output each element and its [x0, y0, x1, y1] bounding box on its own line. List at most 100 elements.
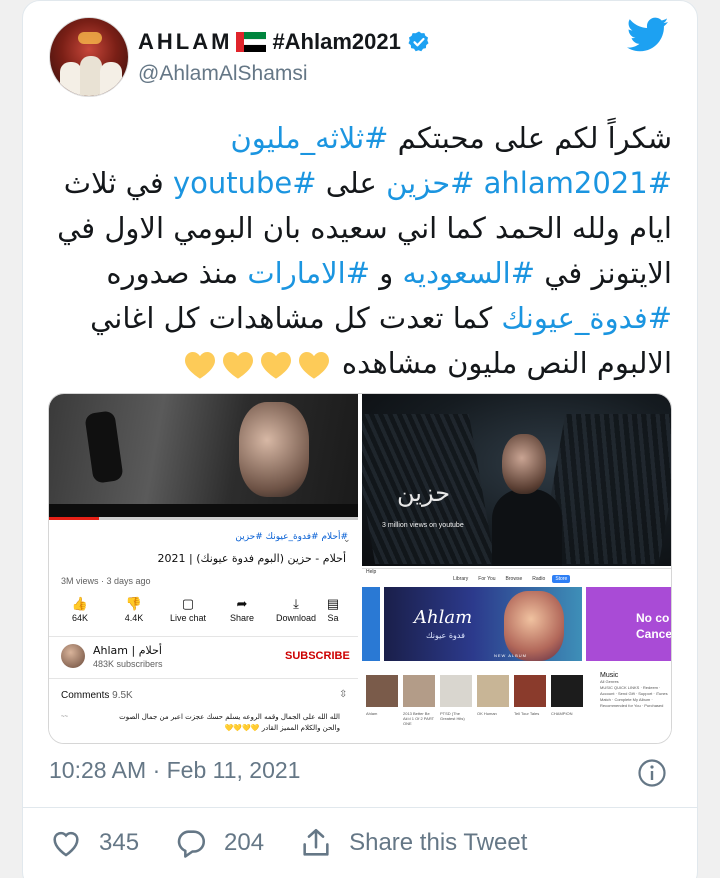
tweet-text-segment: منذ صدوره [106, 256, 248, 290]
profile-avatar[interactable] [49, 17, 129, 97]
video-meta: 3M views · 3 days ago [61, 576, 151, 586]
itunes-promo-banner: No co Cance [586, 587, 671, 661]
thumbs-down-icon: 👎 [125, 596, 143, 611]
video-player [49, 394, 358, 517]
tweet-media-grid[interactable]: #أحلام #فدوة_عيونك #حزين ⌄ أحلام - حزين … [48, 393, 672, 744]
reply-icon [177, 830, 206, 858]
sort-icon: ⇳ [339, 689, 348, 700]
share-action: ➦ Share [215, 595, 269, 631]
comments-header: Comments 9.5K [61, 690, 133, 701]
share-icon [303, 828, 329, 856]
tweet-text: شكراً لكم على محبتكم #ثلاثه_مليون #ahlam2… [48, 116, 672, 386]
divider [22, 807, 698, 808]
comment-avatar: ~~ [61, 714, 69, 720]
yellow-heart-icon [260, 352, 291, 379]
promo-image[interactable]: حزين 3 million views on youtube [362, 394, 671, 566]
hashtag-link[interactable]: #حزين [386, 166, 474, 200]
live-chat-icon: ▢ [181, 596, 195, 611]
album-label: Ahlam [366, 711, 378, 716]
chevron-down-icon: ⌄ [343, 534, 351, 544]
itunes-nav-item: For You [478, 576, 496, 582]
itunes-nav-item: Radio [532, 576, 546, 582]
divider [49, 636, 358, 637]
heart-icon [53, 831, 79, 857]
tweet-text-segment: الالبوم النص مليون مشاهده [332, 346, 672, 380]
verified-badge-icon [408, 31, 429, 52]
hashtag-link[interactable]: #فدوة_عيونك [501, 301, 672, 335]
like-action: 👍 64K [53, 595, 107, 631]
top-comment: الله الله على الجمال وقمه الروعه يسلم حس… [119, 713, 340, 732]
banner-logo-arabic: فدوة عيونك [426, 631, 465, 640]
save-icon: ▤ [326, 596, 340, 611]
album-label: 2013 Better Be Ak'd 1 Of 2 PART ONE [403, 711, 434, 726]
album-label: Tell Tour Tales [514, 711, 540, 716]
video-progress-bar [49, 517, 358, 520]
album-cover [551, 675, 583, 707]
like-button[interactable]: 345 [49, 826, 139, 860]
tweet-text-segment: ايام ولله الحمد كما اني سعيده بان البومي… [57, 211, 672, 245]
hashtag-link[interactable]: #الامارات [247, 256, 370, 290]
video-title: أحلام - حزين (البوم فدوة عيونك) | 2021 [157, 552, 347, 565]
tweet-actions: 345 204 Share this Tweet [49, 826, 562, 860]
subscribe-button: SUBSCRIBE [285, 650, 350, 662]
divider [49, 678, 358, 679]
channel-name: Ahlam | أحلام [93, 644, 162, 657]
author-name-row[interactable]: AHLAM #Ahlam2021 [138, 29, 431, 55]
channel-subscribers: 483K subscribers [93, 659, 163, 669]
banner-tag: NEW ALBUM [494, 653, 528, 658]
action-label: Share [229, 613, 255, 623]
twitter-bird-icon[interactable] [627, 17, 669, 53]
banner-artist-photo [504, 591, 564, 661]
tweet-line: شكراً لكم على محبتكم #ثلاثه_مليون [48, 116, 672, 161]
itunes-screenshot[interactable]: Help Library For You Browse Radio Store … [362, 568, 671, 743]
tweet-text-segment: على [316, 166, 387, 200]
dislike-action: 👎 4.4K [107, 595, 161, 631]
itunes-nav-item-active: Store [552, 575, 571, 583]
hashtag-link[interactable]: #youtube [173, 166, 317, 200]
album-cover [366, 675, 398, 707]
avatar-figure [60, 62, 82, 96]
album-cover [403, 675, 435, 707]
yellow-heart-emojis [181, 341, 333, 386]
share-tweet-button[interactable]: Share this Tweet [299, 826, 527, 860]
comments-count: 9.5K [112, 690, 133, 701]
save-action: ▤ Sa [323, 595, 343, 631]
tweet-text-segment: الايتونز في [535, 256, 672, 290]
action-label: 4.4K [124, 613, 144, 623]
display-name[interactable]: AHLAM [138, 29, 232, 55]
promo-title: حزين [397, 479, 451, 507]
download-icon: ⤓ [293, 596, 299, 611]
itunes-album-row: Ahlam 2013 Better Be Ak'd 1 Of 2 PART ONE… [362, 675, 592, 735]
promo-figure [492, 489, 562, 566]
youtube-screenshot[interactable]: #أحلام #فدوة_عيونك #حزين ⌄ أحلام - حزين … [49, 394, 358, 743]
avatar-figure [80, 56, 102, 96]
tweet-line: #ahlam2021 #حزين على #youtube في ثلاث [48, 161, 672, 206]
tweet-text-segment [474, 166, 483, 200]
reply-button[interactable]: 204 [174, 826, 264, 860]
comments-label: Comments [61, 690, 110, 701]
tweet-line: الايتونز في #السعوديه و #الامارات منذ صد… [48, 251, 672, 296]
tweet-timestamp[interactable]: 10:28 AM · Feb 11, 2021 [49, 757, 300, 784]
hashtag-link[interactable]: #السعوديه [402, 256, 535, 290]
hashtag-link[interactable]: #ثلاثه_مليون [230, 121, 388, 155]
avatar-background [78, 32, 102, 44]
tweet-line: الالبوم النص مليون مشاهده [48, 341, 672, 386]
album-label: CHAMPION [551, 711, 573, 716]
video-frame-face [239, 402, 309, 497]
yellow-heart-icon [184, 352, 215, 379]
share-label: Share this Tweet [349, 829, 528, 856]
info-icon[interactable] [637, 758, 667, 788]
tweet-text-segment: كما تعدت كل مشاهدات كل اغاني [90, 301, 502, 335]
video-frame-hand [84, 410, 124, 484]
itunes-feature-banner: Ahlam فدوة عيونك NEW ALBUM [384, 587, 582, 661]
promo-face [502, 434, 546, 494]
hashtag-link[interactable]: #ahlam2021 [484, 166, 672, 200]
tweet-text-segment: شكراً لكم على محبتكم [388, 121, 672, 155]
author-handle[interactable]: @AhlamAlShamsi [138, 62, 308, 86]
display-name-hashtag[interactable]: #Ahlam2021 [272, 29, 400, 55]
channel-avatar [61, 644, 85, 668]
video-action-bar: 👍 64K 👎 4.4K ▢ Live chat ➦ Share ⤓ Download ▤… [53, 595, 358, 631]
thumbs-up-icon: 👍 [71, 596, 89, 611]
download-action: ⤓ Download [269, 595, 323, 631]
promo-text: No co [636, 611, 670, 625]
